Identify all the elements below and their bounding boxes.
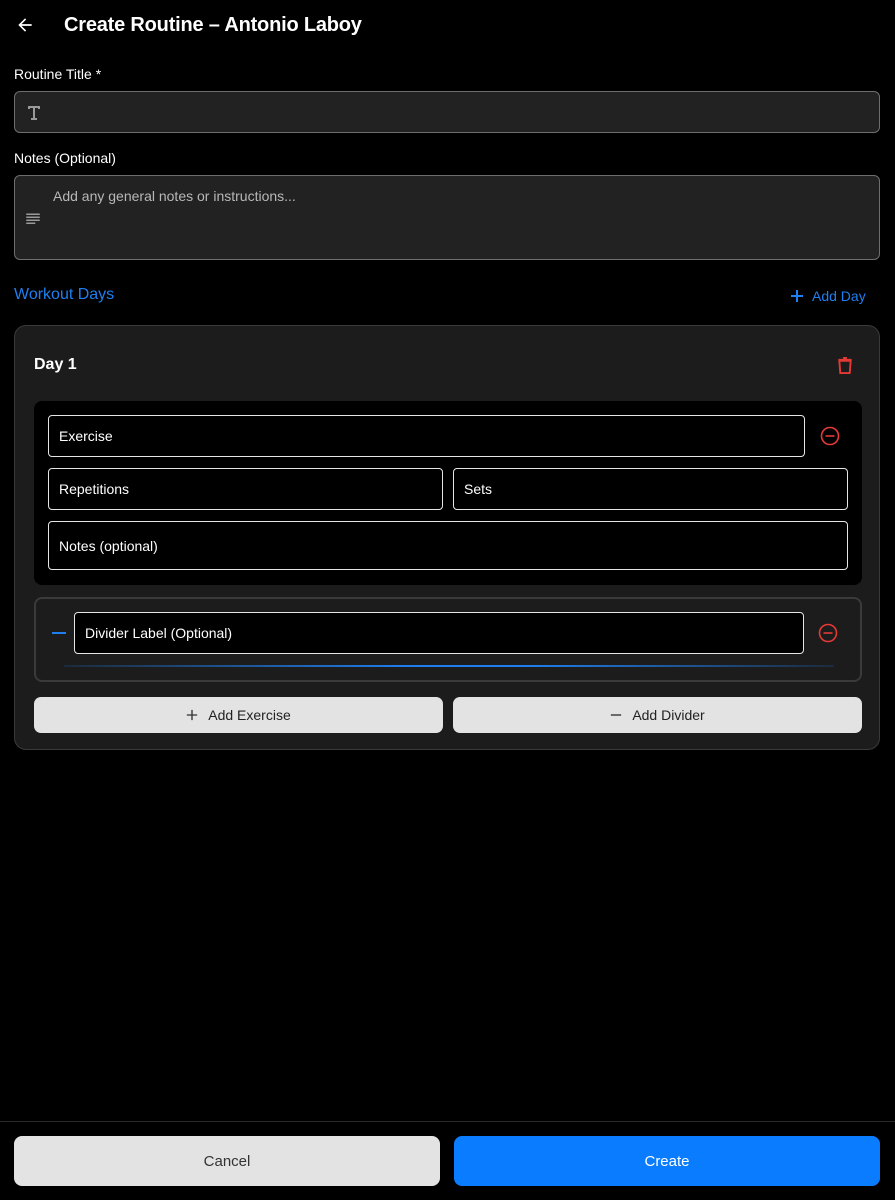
footer-separator	[0, 1121, 895, 1122]
workout-days-title: Workout Days	[14, 286, 115, 303]
notes-field[interactable]	[14, 175, 880, 260]
remove-exercise-button[interactable]	[819, 425, 841, 447]
exercise-notes-input[interactable]	[59, 522, 837, 569]
exercise-block	[34, 401, 862, 585]
back-button[interactable]	[12, 12, 38, 38]
divider-dash-icon	[52, 632, 66, 634]
exercise-field[interactable]	[48, 415, 805, 457]
add-day-button[interactable]: Add Day	[790, 284, 866, 308]
add-exercise-label: Add Exercise	[208, 707, 291, 723]
repetitions-input[interactable]	[59, 469, 432, 509]
minus-circle-icon	[820, 426, 840, 446]
routine-title-field[interactable]	[14, 91, 880, 133]
divider-label-field[interactable]	[74, 612, 804, 654]
day-title: Day 1	[34, 356, 77, 373]
trash-icon	[838, 356, 852, 374]
text-t-icon	[23, 101, 45, 123]
cancel-button[interactable]: Cancel	[14, 1136, 440, 1186]
delete-day-button[interactable]	[835, 354, 855, 376]
repetitions-field[interactable]	[48, 468, 443, 510]
add-day-label: Add Day	[812, 288, 866, 304]
add-divider-button[interactable]: Add Divider	[453, 697, 862, 733]
app-header: Create Routine – Antonio Laboy	[0, 0, 895, 50]
sets-input[interactable]	[464, 469, 837, 509]
day-card: Day 1 Exercise Repetitions Sets Notes (o…	[14, 325, 880, 750]
notes-input[interactable]	[53, 188, 863, 248]
divider-block	[34, 597, 862, 682]
remove-divider-button[interactable]	[817, 622, 839, 644]
notes-lines-icon	[23, 208, 43, 228]
routine-title-input[interactable]	[55, 92, 865, 132]
arrow-left-icon	[18, 18, 32, 32]
minus-circle-icon	[818, 623, 838, 643]
plus-icon	[187, 709, 198, 721]
exercise-notes-field[interactable]	[48, 521, 848, 570]
routine-title-label: Routine Title *	[14, 66, 102, 82]
add-divider-label: Add Divider	[632, 707, 705, 723]
page-title: Create Routine – Antonio Laboy	[64, 14, 362, 36]
minus-icon	[611, 714, 622, 716]
plus-icon	[791, 290, 803, 302]
divider-label-input[interactable]	[85, 613, 793, 653]
exercise-input[interactable]	[59, 416, 794, 456]
notes-label: Notes (Optional)	[14, 150, 116, 166]
create-button[interactable]: Create	[454, 1136, 880, 1186]
sets-field[interactable]	[453, 468, 848, 510]
divider-line	[64, 665, 834, 667]
create-routine-screen: Create Routine – Antonio Laboy Routine T…	[0, 0, 895, 1200]
add-exercise-button[interactable]: Add Exercise	[34, 697, 443, 733]
